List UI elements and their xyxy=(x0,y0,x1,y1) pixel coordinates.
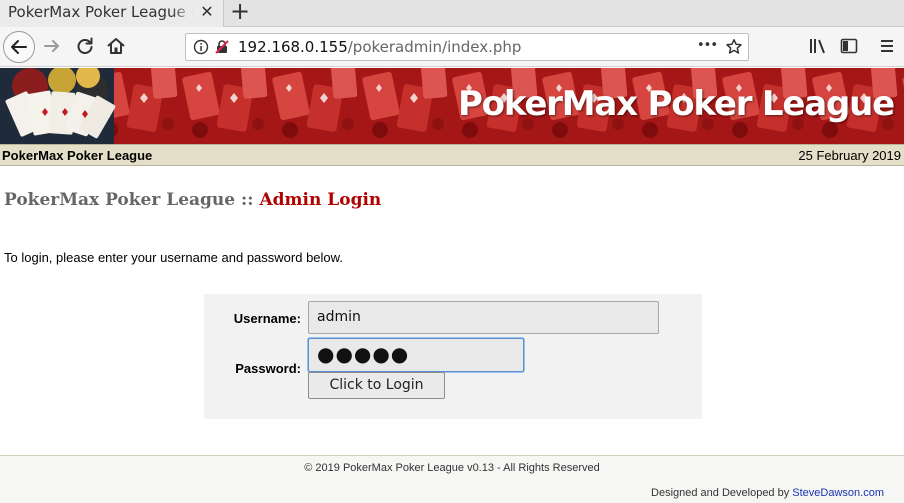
reload-icon[interactable] xyxy=(74,35,96,57)
browser-tab-strip: PokerMax Poker League :: Ke ✕ + xyxy=(0,0,904,27)
login-form: Username: admin Password: ●●●●● Click to… xyxy=(204,294,702,419)
login-instructions: To login, please enter your username and… xyxy=(4,250,343,265)
copyright-text: © 2019 PokerMax Poker League v0.13 - All… xyxy=(304,462,600,474)
back-button[interactable] xyxy=(3,31,35,63)
home-icon[interactable] xyxy=(105,35,127,57)
url-text[interactable]: 192.168.0.155/pokeradmin/index.php xyxy=(238,38,521,56)
login-button[interactable]: Click to Login xyxy=(308,372,445,399)
site-name: PokerMax Poker League xyxy=(2,148,153,163)
password-input[interactable]: ●●●●● xyxy=(308,338,524,372)
current-date: 25 February 2019 xyxy=(798,148,901,163)
page-actions-icon[interactable]: ••• xyxy=(697,38,718,53)
info-icon[interactable] xyxy=(193,39,209,55)
library-icon[interactable] xyxy=(807,35,829,57)
back-arrow-icon xyxy=(11,40,27,54)
page-title-site: PokerMax Poker League xyxy=(4,190,236,210)
page-footer: © 2019 PokerMax Poker League v0.13 - All… xyxy=(0,455,904,503)
password-label: Password: xyxy=(235,361,301,376)
developer-link[interactable]: SteveDawson.com xyxy=(792,487,884,499)
page-title: PokerMax Poker League :: Admin Login xyxy=(4,190,381,210)
site-banner: PokerMax Poker League xyxy=(0,68,904,144)
new-tab-button[interactable]: + xyxy=(229,0,251,24)
credit-prefix: Designed and Developed by xyxy=(651,487,793,499)
banner-title: PokerMax Poker League xyxy=(457,84,895,124)
insecure-lock-icon[interactable] xyxy=(214,39,230,55)
page-title-separator: :: xyxy=(235,190,260,210)
tab-close-icon[interactable]: ✕ xyxy=(199,3,215,21)
credit-text: Designed and Developed by SteveDawson.co… xyxy=(651,487,884,499)
info-bar: PokerMax Poker League 25 February 2019 xyxy=(0,144,904,166)
username-input[interactable]: admin xyxy=(308,301,659,334)
forward-arrow-icon[interactable] xyxy=(41,35,63,57)
username-label: Username: xyxy=(233,311,301,326)
page-title-section: Admin Login xyxy=(259,190,382,210)
browser-tab[interactable]: PokerMax Poker League :: Ke ✕ xyxy=(0,0,224,27)
menu-icon[interactable] xyxy=(876,35,898,57)
address-bar[interactable]: 192.168.0.155/pokeradmin/index.php ••• xyxy=(185,33,749,61)
tab-title: PokerMax Poker League :: Ke xyxy=(8,3,194,21)
url-host: 192.168.0.155 xyxy=(238,38,348,56)
bookmark-star-icon[interactable] xyxy=(725,38,743,56)
navigation-toolbar: 192.168.0.155/pokeradmin/index.php ••• xyxy=(0,27,904,67)
sidebar-icon[interactable] xyxy=(838,35,860,57)
url-path: /pokeradmin/index.php xyxy=(347,38,522,56)
